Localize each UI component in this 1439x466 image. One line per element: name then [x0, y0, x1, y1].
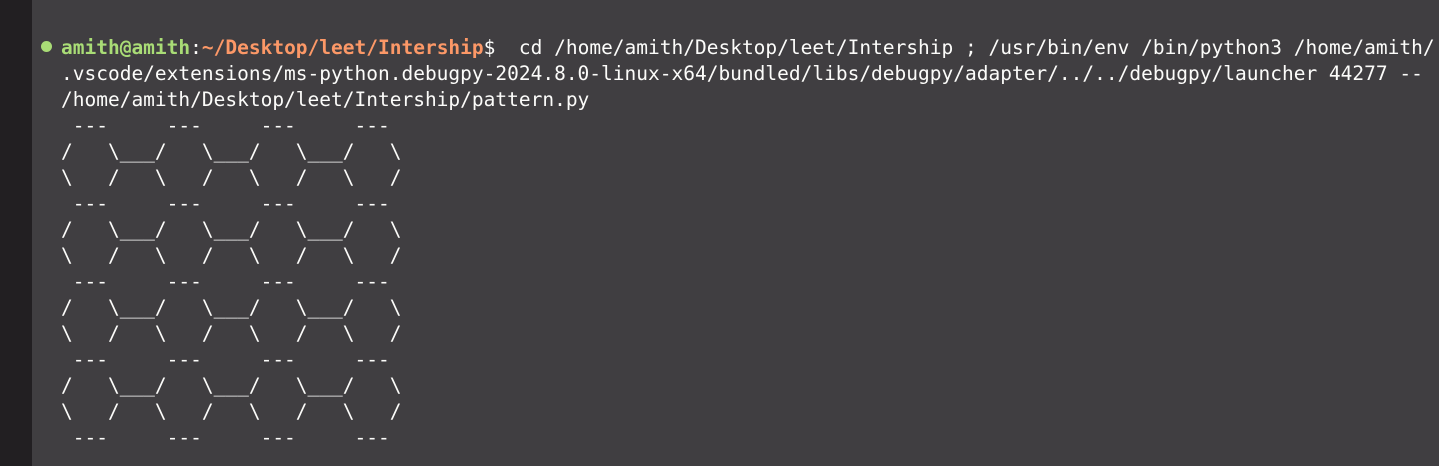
pattern-line: / \___/ \___/ \___/ \ [61, 374, 402, 397]
pattern-line: --- --- --- --- [61, 426, 390, 449]
pattern-line: / \___/ \___/ \___/ \ [61, 140, 402, 163]
editor-gutter [0, 0, 32, 466]
pattern-line: --- --- --- --- [61, 114, 390, 137]
prompt-separator: : [190, 36, 202, 59]
pattern-line: --- --- --- --- [61, 192, 390, 215]
pattern-line: \ / \ / \ / \ / [61, 322, 402, 345]
terminal-panel[interactable]: amith@amith:~/Desktop/leet/Intership$ cd… [32, 0, 1439, 466]
pattern-line: --- --- --- --- [61, 348, 390, 371]
pattern-line: --- --- --- --- [61, 270, 390, 293]
output-line: /home/amith/Desktop/leet/Intership/patte… [61, 88, 590, 111]
command-success-dot-icon[interactable] [41, 41, 52, 52]
pattern-line: \ / \ / \ / \ / [61, 166, 402, 189]
pattern-line: \ / \ / \ / \ / [61, 400, 402, 423]
output-line: .vscode/extensions/ms-python.debugpy-202… [61, 62, 1423, 85]
pattern-line: / \___/ \___/ \___/ \ [61, 296, 402, 319]
pattern-line: / \___/ \___/ \___/ \ [61, 218, 402, 241]
prompt-user-host: amith@amith [61, 36, 191, 59]
prompt-symbol: $ [483, 36, 496, 59]
prompt-command: cd /home/amith/Desktop/leet/Intership ; … [495, 36, 1435, 59]
pattern-line: \ / \ / \ / \ / [61, 244, 402, 267]
prompt-cwd: ~/Desktop/leet/Intership [201, 36, 484, 59]
prompt-line: amith@amith:~/Desktop/leet/Intership$ cd… [61, 35, 1435, 61]
